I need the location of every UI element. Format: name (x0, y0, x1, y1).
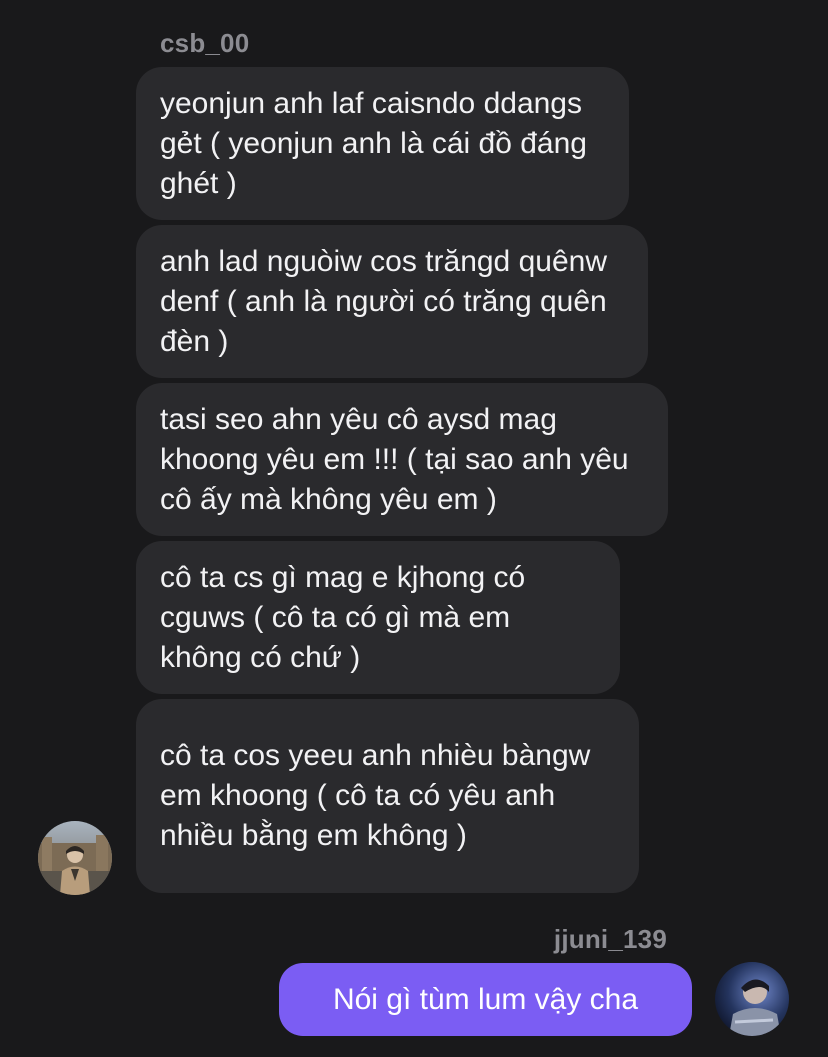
incoming-message-bubble[interactable]: cô ta cos yeeu anh nhièu bàngw em khoong… (136, 699, 639, 893)
message-text: anh lad nguòiw cos trăngd quênw denf ( a… (160, 244, 607, 358)
incoming-message-bubble[interactable]: anh lad nguòiw cos trăngd quênw denf ( a… (136, 225, 648, 378)
message-text: cô ta cs gì mag e kjhong có cguws ( cô t… (160, 560, 526, 674)
message-text: yeonjun anh laf caisndo ddangs gẻt ( yeo… (160, 86, 587, 200)
message-text: tasi seo ahn yêu cô aysd mag khoong yêu … (160, 402, 629, 516)
incoming-sender-name[interactable]: csb_00 (160, 28, 249, 58)
incoming-message-bubble[interactable]: yeonjun anh laf caisndo ddangs gẻt ( yeo… (136, 67, 629, 220)
outgoing-sender-name[interactable]: jjuni_139 (554, 924, 667, 954)
message-text: cô ta cos yeeu anh nhièu bàngw em khoong… (160, 739, 591, 852)
message-text: Nói gì tùm lum vậy cha (332, 982, 639, 1016)
profile-photo-icon (38, 821, 112, 895)
incoming-message-bubble[interactable]: cô ta cs gì mag e kjhong có cguws ( cô t… (136, 541, 620, 694)
incoming-user-avatar[interactable] (38, 821, 112, 895)
profile-photo-icon (715, 962, 789, 1036)
incoming-message-bubble[interactable]: tasi seo ahn yêu cô aysd mag khoong yêu … (136, 383, 668, 536)
outgoing-message-bubble[interactable]: Nói gì tùm lum vậy cha (279, 963, 692, 1036)
outgoing-user-avatar[interactable] (715, 962, 789, 1036)
